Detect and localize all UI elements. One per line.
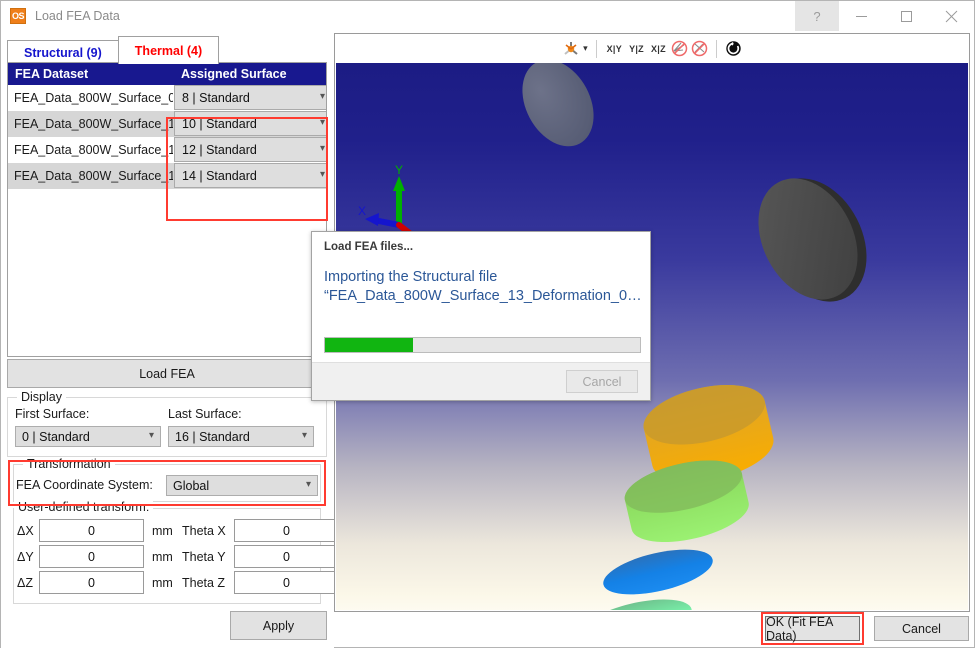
view-xy-button[interactable]: X|Y bbox=[605, 44, 624, 54]
column-header-fea-dataset: FEA Dataset bbox=[8, 67, 173, 81]
first-surface-label: First Surface: bbox=[15, 407, 89, 421]
window-controls: ? bbox=[795, 1, 974, 31]
tab-thermal[interactable]: Thermal (4) bbox=[118, 36, 219, 64]
progress-message-line-2: “FEA_Data_800W_Surface_13_Deformation_0… bbox=[324, 287, 642, 306]
fea-disk-lightgreen bbox=[620, 451, 754, 552]
assigned-surface-value: 12 | Standard bbox=[182, 143, 257, 157]
dataset-name: FEA_Data_800W_Surface_14_Te bbox=[8, 169, 173, 183]
assigned-surface-select-row-4[interactable]: 14 | Standard ▾ bbox=[174, 163, 327, 188]
axes-orientation-icon[interactable] bbox=[562, 40, 580, 58]
chevron-down-icon: ▾ bbox=[149, 431, 154, 441]
close-icon[interactable] bbox=[929, 1, 974, 31]
progress-dialog-footer: Cancel bbox=[312, 362, 650, 400]
load-fea-data-window: OS Load FEA Data ? Structural (9) Therma… bbox=[0, 0, 975, 648]
delta-x-label: ΔX bbox=[17, 524, 34, 538]
cancel-button[interactable]: Cancel bbox=[874, 616, 969, 641]
last-surface-label: Last Surface: bbox=[168, 407, 242, 421]
chevron-down-icon: ▾ bbox=[320, 144, 325, 154]
tab-bar: Structural (9) Thermal (4) bbox=[7, 36, 219, 64]
title-bar: OS Load FEA Data ? bbox=[1, 1, 974, 31]
progress-dialog-message: Importing the Structural file “FEA_Data_… bbox=[324, 268, 642, 306]
last-surface-select[interactable]: 16 | Standard ▾ bbox=[168, 426, 314, 447]
chevron-down-icon: ▾ bbox=[306, 480, 311, 490]
window-title: Load FEA Data bbox=[35, 9, 120, 23]
toolbar-separator-1 bbox=[596, 40, 597, 58]
assigned-surface-value: 10 | Standard bbox=[182, 117, 257, 131]
load-fea-button[interactable]: Load FEA bbox=[7, 359, 327, 388]
viewport-toolbar: ▾ X|Y Y|Z X|Z bbox=[335, 34, 969, 63]
theta-z-input[interactable]: 0 bbox=[234, 571, 339, 594]
progress-message-line-1: Importing the Structural file bbox=[324, 268, 642, 287]
progress-bar bbox=[324, 337, 641, 353]
refresh-icon[interactable] bbox=[725, 40, 742, 57]
view-xz-button[interactable]: X|Z bbox=[649, 44, 668, 54]
delta-x-unit: mm bbox=[152, 524, 173, 538]
chevron-down-icon: ▾ bbox=[320, 92, 325, 102]
hide-rays-icon[interactable] bbox=[671, 40, 688, 57]
delta-z-label: ΔZ bbox=[17, 576, 33, 590]
assigned-surface-select-row-3[interactable]: 12 | Standard ▾ bbox=[174, 137, 327, 162]
tab-structural[interactable]: Structural (9) bbox=[7, 40, 119, 64]
axes-dropdown-arrow-icon[interactable]: ▾ bbox=[583, 43, 588, 54]
delta-y-input[interactable]: 0 bbox=[39, 545, 144, 568]
apply-button[interactable]: Apply bbox=[230, 611, 327, 640]
theta-y-input[interactable]: 0 bbox=[234, 545, 339, 568]
theta-x-label: Theta X bbox=[182, 524, 226, 538]
fea-coordinate-system-value: Global bbox=[173, 479, 209, 493]
transformation-group: Transformation FEA Coordinate System: Gl… bbox=[13, 464, 321, 502]
theta-z-label: Theta Z bbox=[182, 576, 225, 590]
ok-fit-fea-data-button[interactable]: OK (Fit FEA Data) bbox=[765, 616, 860, 641]
progress-bar-fill bbox=[325, 338, 413, 352]
help-icon[interactable]: ? bbox=[795, 1, 839, 31]
delta-x-input[interactable]: 0 bbox=[39, 519, 144, 542]
chevron-down-icon: ▾ bbox=[320, 170, 325, 180]
axis-label-x: X bbox=[358, 204, 366, 218]
theta-x-input[interactable]: 0 bbox=[234, 519, 339, 542]
app-icon: OS bbox=[10, 8, 26, 24]
gray-lens-upper bbox=[508, 63, 608, 159]
fea-dataset-grid: FEA Dataset Assigned Surface FEA_Data_80… bbox=[7, 62, 327, 357]
first-surface-value: 0 | Standard bbox=[22, 430, 90, 444]
progress-dialog: Load FEA files... Importing the Structur… bbox=[311, 231, 651, 401]
delta-z-input[interactable]: 0 bbox=[39, 571, 144, 594]
display-group-title: Display bbox=[17, 390, 66, 404]
dataset-name: FEA_Data_800W_Surface_10_Te bbox=[8, 117, 173, 131]
assigned-surface-select-row-2[interactable]: 10 | Standard ▾ bbox=[174, 111, 327, 136]
theta-y-label: Theta Y bbox=[182, 550, 226, 564]
chevron-down-icon: ▾ bbox=[320, 118, 325, 128]
left-settings-panel: Structural (9) Thermal (4) FEA Dataset A… bbox=[1, 31, 334, 648]
progress-cancel-button[interactable]: Cancel bbox=[566, 370, 638, 393]
progress-dialog-title: Load FEA files... bbox=[324, 241, 413, 253]
fea-coordinate-system-label: FEA Coordinate System: bbox=[16, 478, 153, 492]
last-surface-value: 16 | Standard bbox=[175, 430, 250, 444]
assigned-surface-value: 8 | Standard bbox=[182, 91, 250, 105]
column-header-assigned-surface: Assigned Surface bbox=[173, 67, 326, 81]
user-defined-transform-group: User-defined transform: ΔX 0 mm Theta X … bbox=[13, 508, 321, 604]
transformation-group-title: Transformation bbox=[23, 457, 115, 471]
dataset-name: FEA_Data_800W_Surface_08_Te bbox=[8, 91, 173, 105]
assigned-surface-value: 14 | Standard bbox=[182, 169, 257, 183]
delta-y-label: ΔY bbox=[17, 550, 34, 564]
view-yz-button[interactable]: Y|Z bbox=[627, 44, 646, 54]
maximize-icon[interactable] bbox=[884, 1, 929, 31]
fea-disk-blue bbox=[599, 541, 717, 603]
axis-label-y: Y bbox=[395, 163, 403, 177]
toolbar-separator-2 bbox=[716, 40, 717, 58]
delta-z-unit: mm bbox=[152, 576, 173, 590]
dataset-name: FEA_Data_800W_Surface_12_Te bbox=[8, 143, 173, 157]
fea-coordinate-system-select[interactable]: Global ▾ bbox=[166, 475, 318, 496]
hide-sources-icon[interactable] bbox=[691, 40, 708, 57]
gray-lens-lower bbox=[739, 161, 887, 319]
display-group: Display First Surface: Last Surface: 0 |… bbox=[7, 397, 327, 457]
chevron-down-icon: ▾ bbox=[302, 431, 307, 441]
minimize-icon[interactable] bbox=[839, 1, 884, 31]
grid-header-row: FEA Dataset Assigned Surface bbox=[8, 63, 326, 85]
delta-y-unit: mm bbox=[152, 550, 173, 564]
first-surface-select[interactable]: 0 | Standard ▾ bbox=[15, 426, 161, 447]
user-defined-transform-title: User-defined transform: bbox=[14, 500, 153, 514]
assigned-surface-select-row-1[interactable]: 8 | Standard ▾ bbox=[174, 85, 327, 110]
